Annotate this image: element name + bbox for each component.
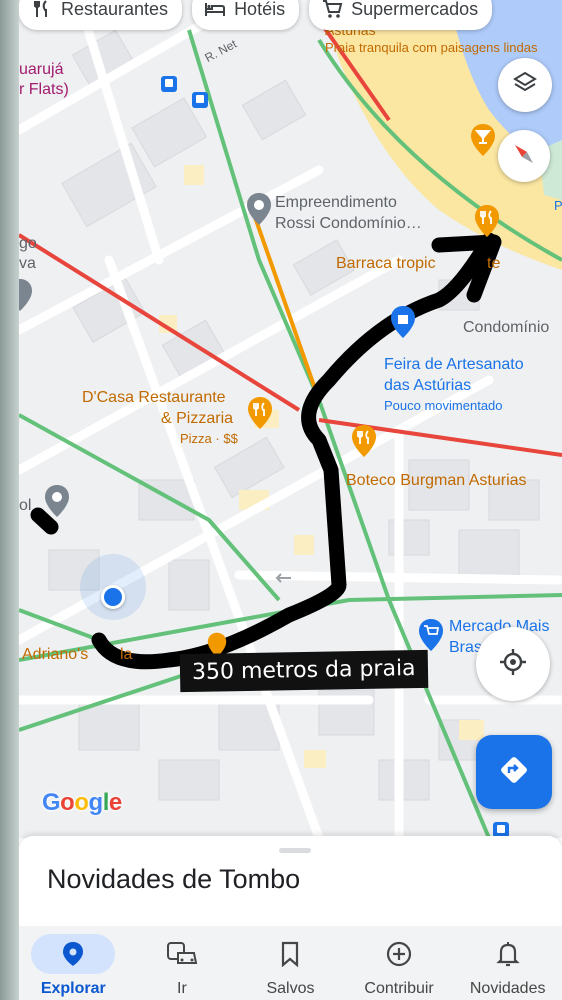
fork-knife-pin-icon[interactable] [473, 204, 501, 238]
sheet-title: Novidades de Tombo [47, 864, 301, 894]
nav-explore-label: Explorar [40, 980, 106, 997]
label-empreendimento-line2: Rossi Condomínio… [275, 215, 422, 232]
nav-go-label: Ir [177, 980, 187, 997]
label-go-line2: va [19, 255, 36, 272]
distance-annotation: 350 metros da praia [179, 649, 428, 693]
chip-hotels[interactable]: Hotéis [192, 0, 300, 30]
nav-contribute-label: Contribuir [364, 980, 434, 997]
chip-supermarkets-label: Supermercados [351, 0, 479, 19]
label-ol: ol [19, 497, 32, 514]
shopping-bag-pin-icon[interactable] [389, 305, 417, 339]
google-logo: Google [42, 789, 122, 817]
directions-button[interactable] [476, 735, 552, 809]
chip-hotels-label: Hotéis [234, 0, 286, 19]
nav-updates[interactable]: Novidades [453, 926, 562, 1000]
map-canvas[interactable]: R. Net uarujá r Flats) Astúrias Praia tr… [19, 0, 562, 838]
nav-go[interactable]: Ir [128, 926, 237, 1000]
google-letter-o1: o [60, 789, 75, 816]
current-location-dot[interactable] [101, 585, 125, 609]
fork-knife-pin-icon[interactable] [246, 396, 274, 430]
bus-stop-icon[interactable] [161, 76, 177, 92]
google-letter-o2: o [74, 789, 89, 816]
gray-place-pin-icon[interactable] [19, 278, 35, 312]
directions-icon [497, 753, 531, 792]
label-guaruja-line1: uarujá [19, 61, 64, 78]
bookmark-icon [282, 941, 299, 967]
chip-supermarkets[interactable]: Supermercados [309, 0, 493, 30]
gray-place-pin-icon[interactable] [245, 192, 273, 226]
one-way-arrow-icon [275, 573, 291, 583]
gray-place-pin-icon[interactable] [43, 484, 71, 518]
nav-contribute[interactable]: Contribuir [345, 926, 454, 1000]
label-dcasa-sub: Pizza · $$ [180, 431, 238, 446]
device-bezel [0, 0, 19, 1000]
my-location-button[interactable] [476, 627, 550, 701]
google-letter-g2: g [88, 789, 104, 816]
layers-icon [512, 70, 538, 101]
label-go-line1: go [19, 235, 37, 252]
bed-icon [204, 0, 226, 20]
label-adriano: Adriano's [22, 646, 89, 663]
location-pin-icon [63, 942, 84, 966]
fork-knife-pin-icon[interactable] [350, 424, 378, 458]
category-chips: Restaurantes Hotéis Supermercados [19, 0, 493, 30]
google-letter-e: e [108, 789, 122, 816]
add-circle-icon [386, 941, 412, 967]
bus-stop-icon[interactable] [192, 92, 208, 108]
label-condominio: Condomínio [463, 319, 550, 336]
label-feira-line1: Feira de Artesanato [384, 356, 524, 373]
nav-saved-label: Salvos [266, 980, 315, 997]
label-adriano-tail: la [120, 646, 133, 663]
crosshair-icon [498, 647, 528, 682]
nav-explore[interactable]: Explorar [19, 926, 128, 1000]
label-praia-tranquila: Praia tranquila com paisagens lindas [325, 40, 538, 55]
sheet-drag-handle[interactable] [279, 848, 311, 853]
label-dcasa-line2: & Pizzaria [161, 410, 234, 427]
cart-icon [321, 0, 343, 20]
compass-icon [509, 139, 539, 174]
label-boteco: Boteco Burgman Asturias [346, 472, 527, 489]
google-letter-g: G [42, 789, 61, 816]
chip-restaurants[interactable]: Restaurantes [19, 0, 183, 30]
label-feira-status: Pouco movimentado [384, 398, 503, 413]
label-dcasa-line1: D'Casa Restaurante [82, 389, 226, 406]
commute-icon [166, 942, 198, 964]
label-barraca: Barraca tropic [336, 255, 436, 272]
fork-knife-icon [31, 0, 53, 20]
bottom-sheet[interactable]: Novidades de Tombo [19, 836, 562, 926]
cart-pin-icon[interactable] [417, 618, 445, 652]
nav-updates-label: Novidades [469, 980, 546, 997]
cocktail-pin-icon[interactable] [469, 123, 497, 157]
nav-explore-indicator [31, 934, 116, 974]
label-guaruja-line2: r Flats) [19, 81, 69, 98]
label-barraca-tail: te [487, 255, 501, 272]
bell-icon [496, 942, 520, 967]
label-p-cut: P [554, 198, 562, 213]
layers-button[interactable] [498, 58, 552, 112]
label-empreendimento-line1: Empreendimento [275, 194, 397, 211]
label-feira-line2: das Astúrias [384, 377, 472, 394]
bottom-navigation: Explorar Ir Salvos Contribuir Novidades [19, 926, 562, 1000]
compass-button[interactable] [498, 130, 550, 182]
nav-saved[interactable]: Salvos [236, 926, 345, 1000]
chip-restaurants-label: Restaurantes [61, 0, 169, 19]
